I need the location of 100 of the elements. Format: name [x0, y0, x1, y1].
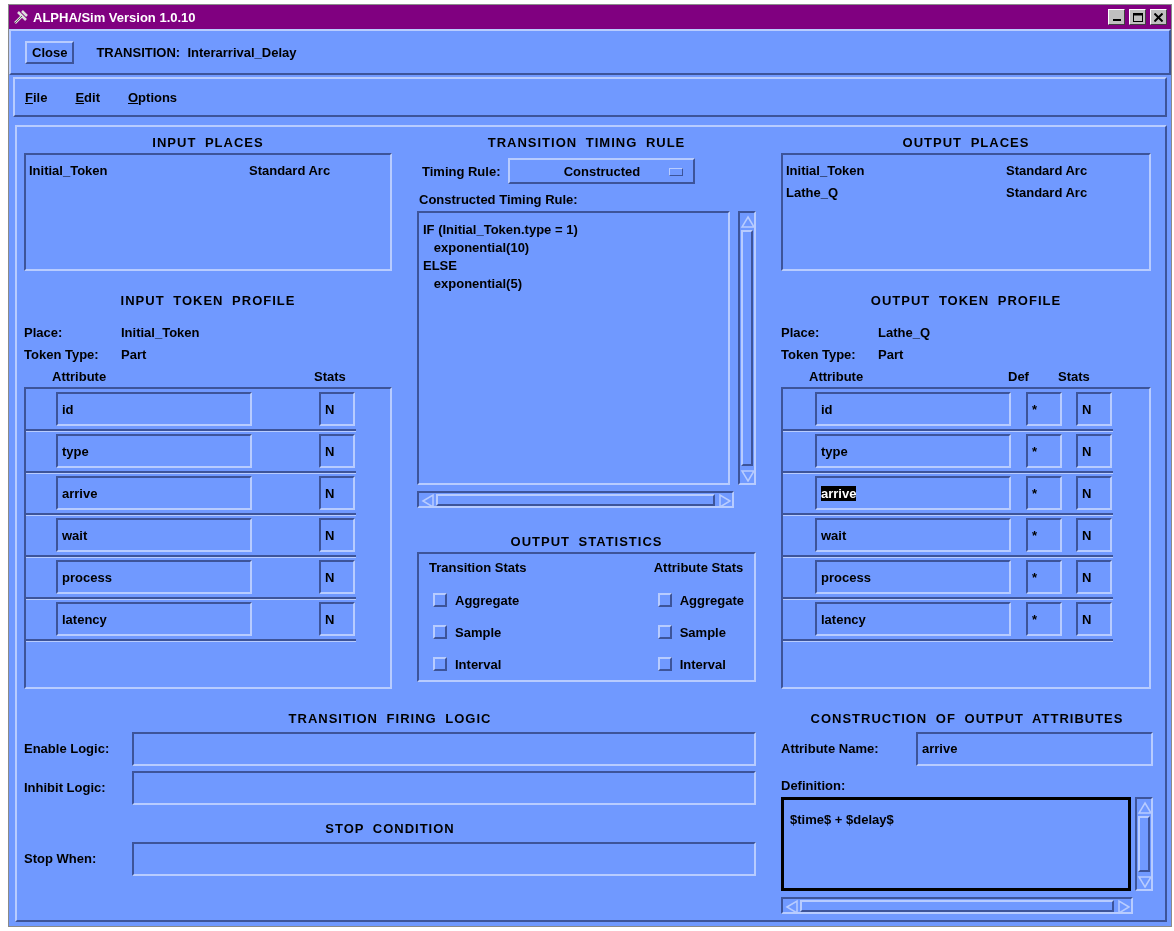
arc-type: Standard Arc: [1006, 184, 1088, 200]
checkbox[interactable]: Aggregate: [653, 584, 744, 616]
column-header: Stats: [1058, 368, 1091, 384]
default-field[interactable]: *: [1026, 392, 1062, 426]
field-value: Lathe_Q: [878, 324, 930, 340]
attribute-field[interactable]: arrive: [815, 476, 1011, 510]
vertical-scrollbar[interactable]: [738, 211, 756, 485]
attribute-field[interactable]: type: [56, 434, 252, 468]
tools-icon: [13, 9, 29, 25]
scroll-left-arrow-icon: [784, 898, 798, 913]
attribute-field[interactable]: latency: [56, 602, 252, 636]
menu-item[interactable]: File: [25, 89, 48, 105]
transition-heading: TRANSITION: Interarrival_Delay: [96, 44, 297, 60]
field-label: Place:: [24, 324, 64, 340]
input-field[interactable]: [132, 770, 756, 805]
attribute-field[interactable]: arrive: [56, 476, 252, 510]
section-title: TRANSITION TIMING RULE: [486, 134, 687, 152]
close-icon: [1154, 12, 1163, 22]
default-field[interactable]: *: [1026, 476, 1062, 510]
stats-field[interactable]: N: [1076, 392, 1112, 426]
field-label: Enable Logic:: [24, 741, 111, 756]
window-title: ALPHA/Sim Version 1.0.10: [33, 9, 197, 25]
column-header: Attribute: [809, 368, 865, 384]
checkbox[interactable]: Aggregate: [429, 584, 520, 616]
vertical-scrollbar[interactable]: [1135, 797, 1153, 891]
attribute-field[interactable]: id: [56, 392, 252, 426]
stats-field[interactable]: N: [319, 392, 355, 426]
input-field[interactable]: [132, 841, 756, 876]
horizontal-scrollbar[interactable]: [417, 491, 734, 508]
attribute-field[interactable]: process: [56, 560, 252, 594]
place-name: Initial_Token: [29, 162, 109, 178]
section-title: INPUT TOKEN PROFILE: [119, 292, 297, 310]
stats-field[interactable]: N: [1076, 476, 1112, 510]
attribute-name-field[interactable]: arrive: [916, 731, 1153, 766]
stats-field[interactable]: N: [1076, 560, 1112, 594]
stats-field[interactable]: N: [1076, 602, 1112, 636]
arc-type: Standard Arc: [1006, 162, 1088, 178]
input-field[interactable]: [132, 731, 756, 766]
stats-field[interactable]: N: [319, 518, 355, 552]
stats-field[interactable]: N: [319, 434, 355, 468]
scroll-down-arrow-icon: [1137, 874, 1151, 888]
attribute-field[interactable]: id: [815, 392, 1011, 426]
default-field[interactable]: *: [1026, 518, 1062, 552]
scroll-up-arrow-icon: [740, 214, 754, 228]
stats-field[interactable]: N: [319, 476, 355, 510]
section-title: INPUT PLACES: [151, 134, 265, 152]
maximize-button[interactable]: [1129, 9, 1146, 25]
default-field[interactable]: *: [1026, 434, 1062, 468]
field-value: Part: [878, 346, 904, 362]
scroll-up-arrow-icon: [1137, 800, 1151, 814]
menu-item[interactable]: Edit: [75, 89, 100, 105]
checkbox[interactable]: Sample: [653, 616, 726, 648]
timing-rule-dropdown[interactable]: Constructed: [508, 158, 696, 184]
default-field[interactable]: *: [1026, 560, 1062, 594]
menu-item[interactable]: Options: [128, 89, 178, 105]
field-value: Initial_Token: [121, 324, 200, 340]
attribute-field[interactable]: wait: [56, 518, 252, 552]
checkbox[interactable]: Interval: [653, 648, 726, 680]
minimize-icon: [1112, 19, 1121, 21]
field-label: Place:: [781, 324, 821, 340]
definition-text[interactable]: $time$ + $delay$: [781, 797, 1131, 891]
maximize-icon: [1132, 12, 1143, 22]
section-title: OUTPUT TOKEN PROFILE: [869, 292, 1063, 310]
checkbox[interactable]: Sample: [429, 616, 502, 648]
minimize-button[interactable]: [1108, 9, 1125, 25]
section-title: STOP CONDITION: [324, 820, 456, 838]
field-label: Token Type:: [24, 346, 100, 362]
field-label: Definition:: [781, 778, 847, 793]
option-menu-indicator-icon: [669, 168, 684, 176]
column-header: Stats: [314, 368, 347, 384]
place-name: Initial_Token: [786, 162, 866, 178]
scroll-right-arrow-icon: [717, 492, 731, 507]
close-button[interactable]: [1150, 9, 1167, 25]
field-label: Inhibit Logic:: [24, 780, 107, 795]
field-label: Stop When:: [24, 851, 98, 866]
attribute-field[interactable]: type: [815, 434, 1011, 468]
attribute-field[interactable]: wait: [815, 518, 1011, 552]
stats-field[interactable]: N: [319, 560, 355, 594]
stats-field[interactable]: N: [319, 602, 355, 636]
column-header: Attribute: [52, 368, 108, 384]
close-button[interactable]: Close: [25, 40, 75, 64]
field-label: Timing Rule:: [422, 163, 501, 179]
scroll-right-arrow-icon: [1116, 898, 1130, 913]
timing-rule-text[interactable]: IF (Initial_Token.type = 1) exponential(10) ELSE exponential(5): [417, 211, 730, 485]
section-title: OUTPUT STATISTICS: [509, 533, 664, 551]
stats-field[interactable]: N: [1076, 518, 1112, 552]
arc-type: Standard Arc: [249, 162, 331, 178]
section-title: TRANSITION FIRING LOGIC: [287, 710, 493, 728]
scroll-down-arrow-icon: [740, 468, 754, 482]
stats-field[interactable]: N: [1076, 434, 1112, 468]
checkbox[interactable]: Interval: [429, 648, 502, 680]
field-label: Attribute Name:: [781, 741, 880, 756]
column-header: Def: [1008, 368, 1030, 384]
section-title: CONSTRUCTION OF OUTPUT ATTRIBUTES: [809, 710, 1125, 728]
field-label: Token Type:: [781, 346, 857, 362]
attribute-field[interactable]: process: [815, 560, 1011, 594]
group-label: Attribute Stats: [653, 560, 744, 577]
default-field[interactable]: *: [1026, 602, 1062, 636]
attribute-field[interactable]: latency: [815, 602, 1011, 636]
horizontal-scrollbar[interactable]: [781, 897, 1133, 914]
